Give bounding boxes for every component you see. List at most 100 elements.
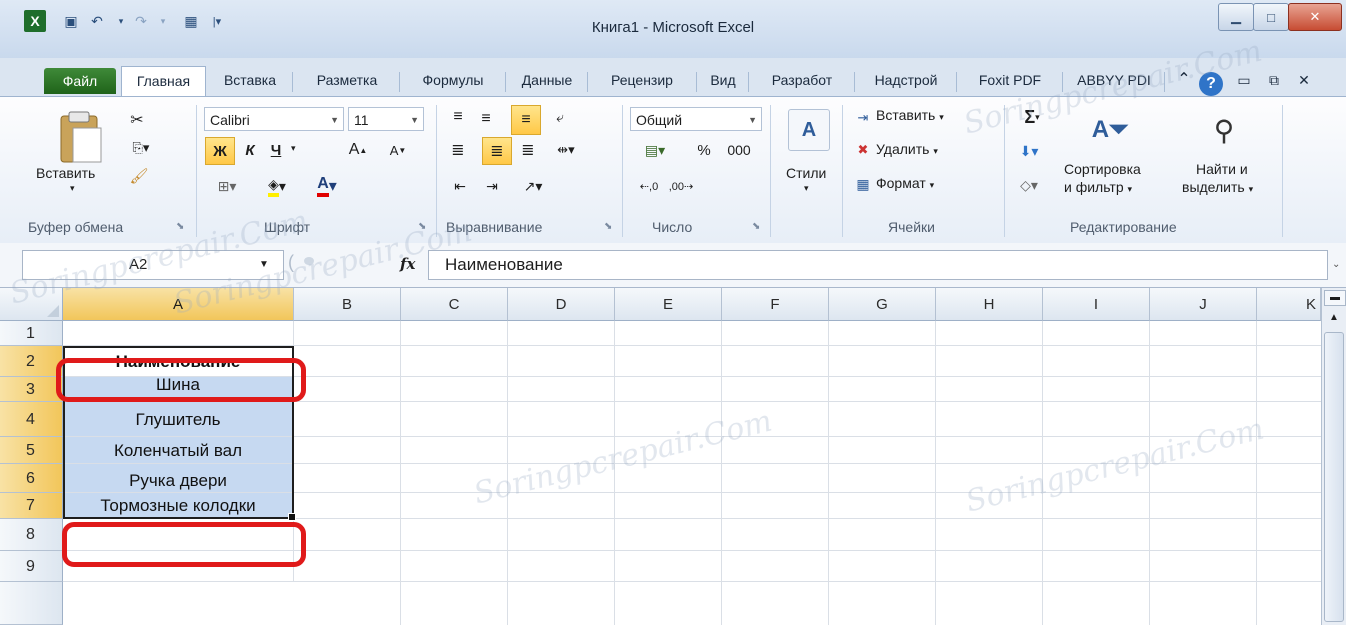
decrease-decimal-icon[interactable]: ,00⇢ (666, 173, 696, 199)
increase-decimal-icon[interactable]: ⇠,0 (634, 173, 664, 199)
insert-cells-button[interactable]: Вставить ▾ (876, 107, 944, 123)
fill-handle[interactable] (288, 513, 296, 521)
cut-icon[interactable]: ✂ (126, 109, 148, 131)
formula-input[interactable]: Наименование (428, 250, 1328, 280)
tab-page-layout[interactable]: Разметка (297, 66, 397, 94)
align-middle-icon[interactable]: ≡ (474, 107, 498, 131)
worksheet-grid[interactable]: A B C D E F G H I J K 1 2 3 4 5 6 7 8 9 … (0, 204, 1346, 625)
font-name-dropdown[interactable]: Calibri ▼ (204, 107, 344, 131)
decrease-font-icon[interactable]: A ▼ (380, 137, 416, 163)
bold-button[interactable]: Ж (205, 137, 235, 165)
column-header-b[interactable]: B (294, 288, 401, 321)
tab-file[interactable]: Файл (44, 68, 116, 94)
autosum-icon[interactable]: Σ ▾ (1012, 105, 1052, 129)
row-header-10[interactable] (0, 582, 63, 625)
currency-format-icon[interactable]: ▤▾ (632, 137, 678, 163)
fill-icon[interactable]: ⬇▾ (1012, 139, 1046, 163)
close-icon[interactable]: ✕ (1288, 3, 1342, 31)
scroll-thumb[interactable] (1324, 332, 1344, 622)
align-right-icon[interactable]: ≣ (516, 137, 540, 163)
workbook-close-icon[interactable]: ✕ (1292, 66, 1316, 94)
number-format-dropdown[interactable]: Общий ▼ (630, 107, 762, 131)
row-header-1[interactable]: 1 (0, 321, 63, 346)
delete-cells-icon[interactable]: ✖ (852, 139, 874, 161)
select-all-corner[interactable] (0, 288, 63, 321)
column-header-k[interactable]: K (1257, 288, 1321, 321)
tab-addins[interactable]: Надстрой (858, 66, 954, 94)
column-header-i[interactable]: I (1043, 288, 1150, 321)
tab-formulas[interactable]: Формулы (403, 66, 503, 94)
fill-color-icon[interactable]: ◈ ▾ (256, 173, 298, 199)
format-painter-icon[interactable]: 🖌 (128, 165, 150, 187)
row-header-5[interactable]: 5 (0, 437, 63, 464)
font-color-icon[interactable]: A ▾ (306, 173, 348, 199)
clear-icon[interactable]: ◇▾ (1012, 173, 1046, 197)
paste-icon[interactable] (54, 109, 106, 167)
alignment-launcher-icon[interactable]: ⬊ (604, 221, 612, 232)
tab-data[interactable]: Данные (509, 66, 585, 94)
borders-icon[interactable]: ⊞▾ (210, 173, 244, 199)
tab-foxit-pdf[interactable]: Foxit PDF (960, 66, 1060, 94)
align-center-icon[interactable]: ≣ (482, 137, 512, 165)
row-header-2[interactable]: 2 (0, 346, 63, 377)
text-orientation-icon[interactable]: ↗▾ (512, 173, 554, 199)
column-header-c[interactable]: C (401, 288, 508, 321)
percent-button[interactable]: % (692, 137, 716, 163)
increase-font-icon[interactable]: A ▲ (340, 137, 376, 163)
insert-function-icon[interactable]: fx (400, 255, 415, 273)
row-header-3[interactable]: 3 (0, 377, 63, 402)
styles-dropdown-icon[interactable]: ▾ (804, 183, 809, 194)
maximize-icon[interactable]: □ (1253, 3, 1289, 31)
column-header-g[interactable]: G (829, 288, 936, 321)
align-top-icon[interactable]: ≡ (446, 105, 470, 129)
vertical-scrollbar[interactable]: ▬ ▲ (1321, 288, 1346, 625)
name-box[interactable]: A2 ▼ (22, 250, 284, 280)
empty-cells-area[interactable] (294, 321, 1321, 625)
column-header-a[interactable]: A (63, 288, 294, 321)
format-cells-icon[interactable]: ▦ (852, 173, 874, 195)
format-cells-button[interactable]: Формат ▾ (876, 175, 934, 191)
cell-a1[interactable] (63, 321, 294, 346)
help-icon[interactable]: ? (1199, 72, 1223, 96)
align-bottom-icon[interactable]: ≡ (511, 105, 541, 135)
sort-filter-button[interactable]: и фильтр ▾ (1064, 179, 1132, 195)
wrap-text-icon[interactable]: ⤶ (548, 105, 572, 129)
underline-button[interactable]: Ч (264, 137, 288, 163)
paste-label[interactable]: Вставить (36, 165, 95, 181)
minimize-ribbon-icon[interactable]: ⌃ (1172, 66, 1196, 94)
thousands-button[interactable]: 000 (722, 137, 756, 163)
column-header-e[interactable]: E (615, 288, 722, 321)
column-header-d[interactable]: D (508, 288, 615, 321)
insert-cells-icon[interactable]: ⇥ (852, 107, 874, 129)
column-header-j[interactable]: J (1150, 288, 1257, 321)
increase-indent-icon[interactable]: ⇥ (478, 173, 506, 199)
expand-formula-icon[interactable]: ⌄ (1332, 259, 1340, 270)
find-select-button[interactable]: выделить ▾ (1182, 179, 1253, 195)
sort-filter-icon[interactable]: A⏷ (1086, 103, 1134, 157)
tab-review[interactable]: Рецензир (590, 66, 694, 94)
row-header-4[interactable]: 4 (0, 402, 63, 437)
font-launcher-icon[interactable]: ⬊ (418, 221, 426, 232)
decrease-indent-icon[interactable]: ⇤ (446, 173, 474, 199)
styles-icon[interactable]: A (788, 109, 830, 151)
number-launcher-icon[interactable]: ⬊ (752, 221, 760, 232)
align-left-icon[interactable]: ≣ (446, 137, 470, 163)
clipboard-launcher-icon[interactable]: ⬊ (176, 221, 184, 232)
row-header-9[interactable]: 9 (0, 551, 63, 582)
paste-dropdown-icon[interactable]: ▾ (70, 183, 75, 194)
sort-filter-line1[interactable]: Сортировка (1064, 161, 1141, 177)
tab-insert[interactable]: Вставка (210, 66, 290, 94)
underline-dropdown-icon[interactable]: ▾ (291, 143, 296, 154)
find-select-line1[interactable]: Найти и (1196, 161, 1248, 177)
formula-bar-splitter-icon[interactable]: ( (288, 252, 294, 273)
column-header-h[interactable]: H (936, 288, 1043, 321)
row-header-8[interactable]: 8 (0, 519, 63, 551)
find-select-icon[interactable]: ⚲ (1204, 103, 1244, 157)
scroll-up-icon[interactable]: ▲ (1324, 308, 1344, 328)
workbook-restore-icon[interactable]: ⧉ (1262, 66, 1286, 94)
italic-button[interactable]: К (238, 137, 262, 163)
row-header-6[interactable]: 6 (0, 464, 63, 493)
tab-home[interactable]: Главная (121, 66, 206, 97)
merge-center-icon[interactable]: ⇹▾ (548, 137, 584, 163)
delete-cells-button[interactable]: Удалить ▾ (876, 141, 938, 157)
